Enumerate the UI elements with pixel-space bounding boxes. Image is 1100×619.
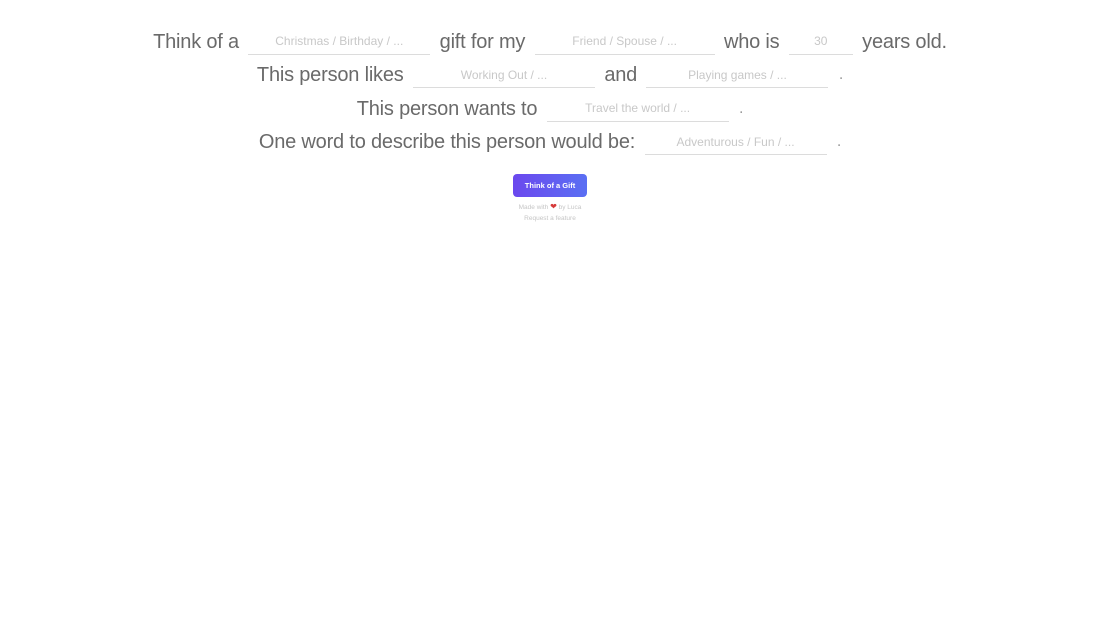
submit-wrap: Think of a Gift [0, 174, 1100, 197]
line4-prefix: One word to describe this person would b… [258, 131, 636, 154]
line1-middle: gift for my [439, 30, 526, 53]
made-with-footer: Made with ❤ by Luca [0, 202, 1100, 211]
made-with-suffix: by Luca [558, 204, 582, 211]
line2-prefix: This person likes [256, 64, 404, 87]
line1-prefix: Think of a [153, 30, 239, 53]
relation-input[interactable] [534, 28, 715, 55]
form-line-occasion: Think of a gift for my who is years old. [0, 26, 1100, 60]
form-line-word: One word to describe this person would b… [0, 127, 1100, 161]
form-line-wants: This person wants to . [0, 93, 1100, 127]
like2-input[interactable] [646, 62, 829, 89]
heart-icon: ❤ [550, 202, 557, 211]
request-footer: Request a feature [0, 215, 1100, 222]
line3-prefix: This person wants to [356, 97, 538, 120]
age-label: who is [723, 30, 780, 53]
line3-suffix: . [739, 99, 744, 117]
form-line-likes: This person likes and . [0, 60, 1100, 94]
request-feature-link[interactable]: Request a feature [524, 215, 576, 222]
line2-middle: and [604, 64, 638, 87]
think-of-gift-button[interactable]: Think of a Gift [513, 174, 587, 197]
want-input[interactable] [546, 95, 729, 122]
line4-suffix: . [836, 133, 842, 151]
word-input[interactable] [644, 129, 827, 156]
like1-input[interactable] [412, 62, 595, 89]
age-input[interactable] [788, 28, 853, 55]
gift-form: Think of a gift for my who is years old.… [0, 26, 1100, 160]
occasion-input[interactable] [248, 28, 431, 55]
line1-suffix: years old. [862, 30, 947, 53]
made-with-prefix: Made with [518, 204, 549, 211]
line2-suffix: . [838, 66, 844, 84]
